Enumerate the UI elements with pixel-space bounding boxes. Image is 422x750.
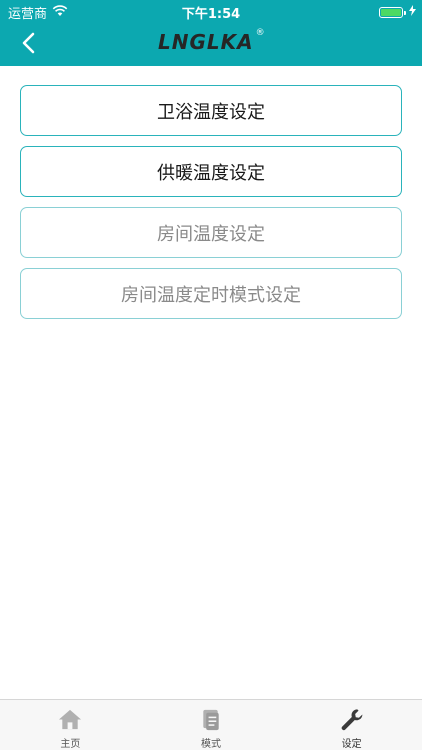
menu-item-label: 房间温度定时模式设定	[121, 284, 301, 306]
chevron-left-icon	[22, 32, 35, 54]
menu-item-label: 卫浴温度设定	[157, 101, 265, 123]
battery-group	[379, 5, 416, 20]
charging-icon	[409, 5, 416, 20]
tab-label: 设定	[341, 739, 362, 750]
status-bar: 运营商 下午1:54	[0, 0, 422, 22]
brand-logo: LNGLKA ®	[158, 28, 265, 56]
room-temp-timer-mode-button[interactable]: 房间温度定时模式设定	[20, 268, 402, 319]
tab-mode[interactable]: 模式	[141, 700, 282, 750]
tab-label: 模式	[201, 739, 221, 750]
wrench-icon	[341, 709, 363, 731]
registered-mark: ®	[255, 28, 265, 38]
bathroom-temp-setting-button[interactable]: 卫浴温度设定	[20, 85, 402, 136]
back-button[interactable]	[16, 29, 44, 57]
tab-settings[interactable]: 设定	[281, 700, 422, 750]
heating-temp-setting-button[interactable]: 供暖温度设定	[20, 146, 402, 197]
document-icon	[203, 709, 219, 731]
tab-label: 主页	[60, 739, 81, 750]
app-header: 运营商 下午1:54 LNGLKA ®	[0, 0, 422, 66]
status-time: 下午1:54	[181, 7, 241, 22]
room-temp-setting-button[interactable]: 房间温度设定	[20, 207, 402, 258]
battery-icon	[379, 7, 403, 18]
menu-item-label: 供暖温度设定	[157, 162, 265, 184]
tab-home[interactable]: 主页	[0, 700, 141, 750]
battery-tip	[404, 10, 406, 15]
home-icon	[59, 709, 82, 730]
tab-bar: 主页 模式 设定	[0, 699, 422, 750]
menu-item-label: 房间温度设定	[157, 223, 265, 245]
logo-text: LNGLKA	[158, 30, 254, 54]
settings-menu: 卫浴温度设定 供暖温度设定 房间温度设定 房间温度定时模式设定	[20, 85, 402, 329]
